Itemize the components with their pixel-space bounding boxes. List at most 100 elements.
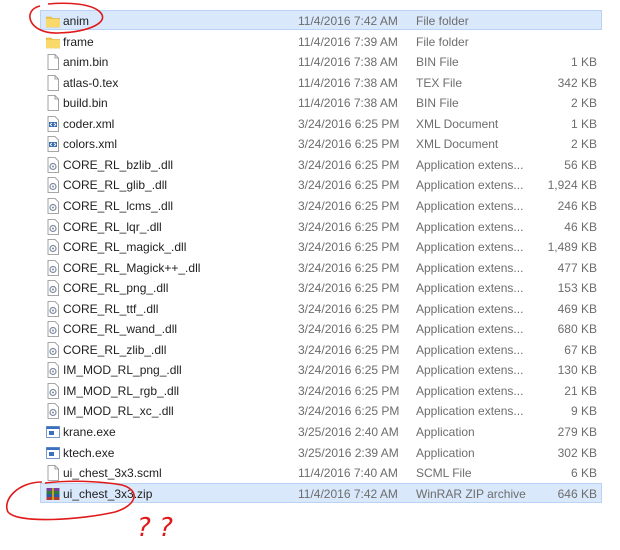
file-type: Application extens...	[416, 322, 524, 337]
file-name: CORE_RL_wand_.dll	[63, 322, 178, 337]
dll-file-icon	[46, 403, 60, 420]
file-size: 646 KB	[557, 486, 597, 501]
file-icon	[46, 74, 60, 91]
file-name: coder.xml	[63, 116, 115, 131]
file-row[interactable]: CORE_RL_wand_.dll 3/24/2016 6:25 PM Applic…	[40, 318, 602, 338]
file-date-modified: 3/24/2016 6:25 PM	[298, 137, 400, 152]
file-date-modified: 3/24/2016 6:25 PM	[298, 157, 400, 172]
dll-file-icon	[46, 239, 60, 255]
file-size: 153 KB	[557, 281, 597, 296]
file-row[interactable]: anim.bin 11/4/2016 7:38 AM BIN File 1 KB	[40, 51, 602, 71]
file-name: IM_MOD_RL_png_.dll	[63, 363, 182, 378]
file-size: 46 KB	[564, 219, 597, 234]
file-row[interactable]: frame 11/4/2016 7:39 AM File folder	[40, 31, 602, 51]
file-size: 130 KB	[557, 363, 597, 378]
file-icon	[46, 465, 60, 481]
file-date-modified: 11/4/2016 7:42 AM	[298, 486, 398, 501]
file-size: 1 KB	[570, 55, 597, 70]
file-name: CORE_RL_bzlib_.dll	[63, 157, 174, 172]
file-size: 302 KB	[557, 445, 597, 460]
file-name: CORE_RL_ttf_.dll	[63, 301, 159, 316]
file-name: CORE_RL_glib_.dll	[63, 178, 168, 193]
dll-file-icon	[46, 382, 60, 399]
file-row[interactable]: IM_MOD_RL_png_.dll 3/24/2016 6:25 PM Appli…	[40, 359, 602, 379]
file-row[interactable]: anim 11/4/2016 7:42 AM File folder	[40, 10, 602, 30]
file-row[interactable]: CORE_RL_Magick++_.dll 3/24/2016 6:25 PM Ap…	[40, 257, 602, 277]
zip-archive-icon	[46, 486, 60, 502]
file-row[interactable]: CORE_RL_png_.dll 3/24/2016 6:25 PM Applica…	[40, 277, 602, 297]
file-type: Application	[416, 445, 475, 460]
file-icon	[46, 54, 60, 70]
file-type: Application extens...	[416, 198, 524, 213]
file-name: CORE_RL_zlib_.dll	[63, 342, 167, 357]
file-size: 56 KB	[564, 157, 597, 172]
dll-file-icon	[46, 362, 60, 379]
file-size: 279 KB	[557, 425, 597, 439]
file-row[interactable]: CORE_RL_ttf_.dll 3/24/2016 6:25 PM Applica…	[40, 298, 602, 318]
exe-file-icon	[46, 445, 60, 461]
file-date-modified: 3/25/2016 2:40 AM	[298, 425, 399, 439]
file-date-modified: 3/24/2016 6:25 PM	[298, 404, 400, 419]
file-type: TEX File	[416, 75, 463, 90]
file-row[interactable]: krane.exe 3/25/2016 2:40 AM Application 279…	[40, 421, 602, 441]
file-type: Application extens...	[416, 301, 524, 316]
file-date-modified: 11/4/2016 7:38 AM	[298, 55, 398, 70]
file-size: 1,924 KB	[547, 178, 597, 193]
file-row[interactable]: coder.xml 3/24/2016 6:25 PM XML Document 1 …	[40, 113, 602, 133]
file-name: CORE_RL_lqr_.dll	[63, 219, 162, 234]
question-marks: ? ?	[137, 513, 173, 543]
file-type: File folder	[416, 14, 469, 28]
xml-file-icon	[46, 136, 60, 153]
file-row[interactable]: ui_chest_3x3.scml 11/4/2016 7:40 AM SCML F…	[40, 462, 602, 482]
file-row[interactable]: colors.xml 3/24/2016 6:25 PM XML Document 2…	[40, 133, 602, 153]
file-row[interactable]: CORE_RL_zlib_.dll 3/24/2016 6:25 PM Applic…	[40, 339, 602, 359]
file-date-modified: 11/4/2016 7:42 AM	[298, 14, 398, 28]
file-name: CORE_RL_png_.dll	[63, 281, 169, 296]
file-name: ui_chest_3x3.zip	[63, 486, 153, 501]
file-size: 680 KB	[557, 322, 597, 337]
file-type: XML Document	[416, 116, 499, 131]
file-date-modified: 3/24/2016 6:25 PM	[298, 240, 400, 255]
file-size: 477 KB	[557, 260, 597, 275]
file-type: BIN File	[416, 55, 459, 70]
file-size: 246 KB	[557, 198, 597, 213]
file-row[interactable]: CORE_RL_lqr_.dll 3/24/2016 6:25 PM Applica…	[40, 216, 602, 236]
file-size: 1 KB	[570, 116, 597, 131]
file-row[interactable]: CORE_RL_lcms_.dll 3/24/2016 6:25 PM Applic…	[40, 195, 602, 215]
file-date-modified: 3/24/2016 6:25 PM	[298, 178, 400, 193]
dll-file-icon	[46, 321, 60, 338]
file-row[interactable]: ui_chest_3x3.zip 11/4/2016 7:42 AM WinRAR …	[40, 482, 602, 503]
file-date-modified: 3/24/2016 6:25 PM	[298, 219, 400, 234]
dll-file-icon	[46, 341, 60, 358]
file-row[interactable]: build.bin 11/4/2016 7:38 AM BIN File 2 KB	[40, 92, 602, 112]
file-date-modified: 3/24/2016 6:25 PM	[298, 260, 400, 275]
file-date-modified: 3/24/2016 6:25 PM	[298, 383, 400, 398]
file-type: Application extens...	[416, 157, 524, 172]
file-date-modified: 3/24/2016 6:25 PM	[298, 363, 400, 378]
file-row[interactable]: CORE_RL_bzlib_.dll 3/24/2016 6:25 PM Appli…	[40, 154, 602, 174]
file-type: Application extens...	[416, 260, 524, 275]
file-row[interactable]: IM_MOD_RL_xc_.dll 3/24/2016 6:25 PM Applic…	[40, 400, 602, 420]
file-row[interactable]: IM_MOD_RL_rgb_.dll 3/24/2016 6:25 PM Appli…	[40, 380, 602, 400]
file-name: atlas-0.tex	[63, 75, 119, 90]
file-name: anim.bin	[63, 55, 109, 70]
file-date-modified: 11/4/2016 7:39 AM	[298, 34, 398, 49]
file-row[interactable]: CORE_RL_magick_.dll 3/24/2016 6:25 PM Appl…	[40, 236, 602, 256]
file-row[interactable]: atlas-0.tex 11/4/2016 7:38 AM TEX File 342 …	[40, 72, 602, 92]
file-name: frame	[63, 34, 94, 49]
file-type: Application extens...	[416, 281, 524, 296]
file-row[interactable]: CORE_RL_glib_.dll 3/24/2016 6:25 PM Applic…	[40, 174, 602, 194]
file-date-modified: 3/24/2016 6:25 PM	[298, 198, 400, 213]
file-name: ui_chest_3x3.scml	[63, 466, 162, 481]
file-size: 469 KB	[557, 301, 597, 316]
file-row[interactable]: ktech.exe 3/25/2016 2:39 AM Application 302…	[40, 442, 602, 462]
file-type: BIN File	[416, 96, 459, 111]
file-icon	[46, 95, 60, 112]
file-name: build.bin	[63, 96, 108, 111]
file-name: CORE_RL_Magick++_.dll	[63, 260, 201, 275]
file-date-modified: 3/24/2016 6:25 PM	[298, 342, 400, 357]
file-date-modified: 3/24/2016 6:25 PM	[298, 322, 400, 337]
file-name: krane.exe	[63, 425, 116, 439]
dll-file-icon	[46, 198, 60, 214]
file-type: Application extens...	[416, 363, 524, 378]
